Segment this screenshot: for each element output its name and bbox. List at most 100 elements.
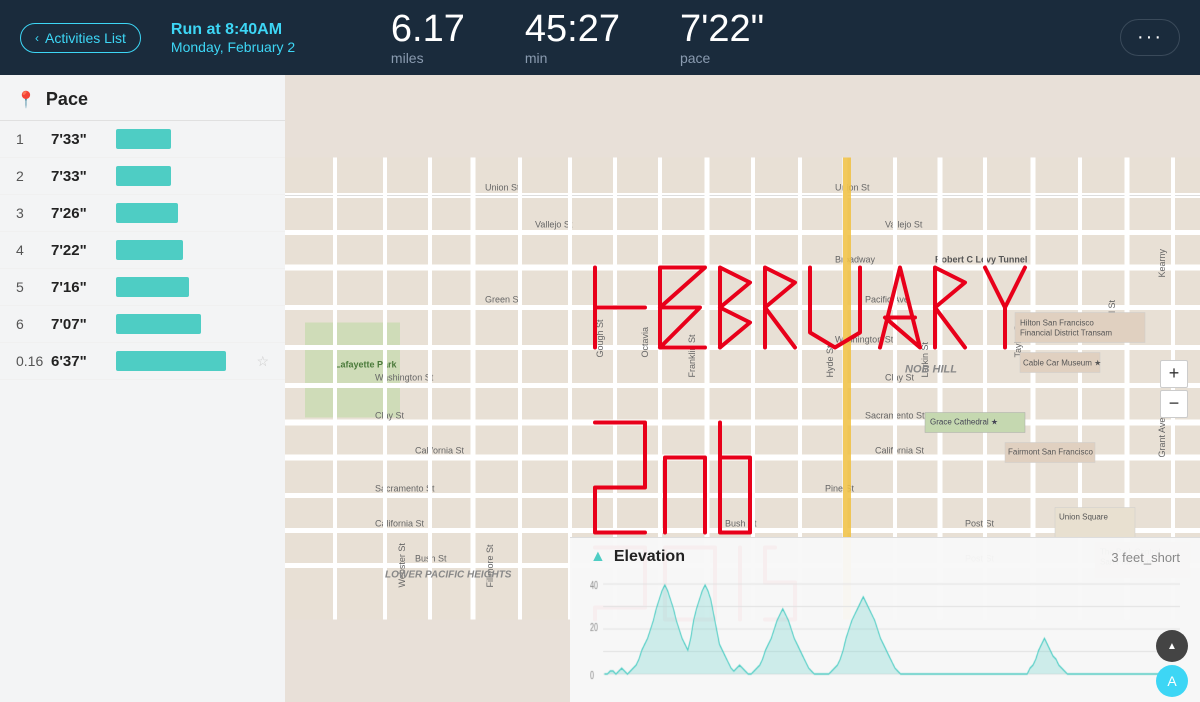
nav-icon: A bbox=[1156, 665, 1188, 697]
pace-title: Pace bbox=[46, 89, 88, 110]
elevation-panel: ▲ Elevation 3 feet_short bbox=[570, 537, 1200, 702]
svg-text:Fillmore St: Fillmore St bbox=[485, 544, 495, 588]
elevation-title: Elevation bbox=[614, 548, 685, 566]
run-info: Run at 8:40AM Monday, February 2 bbox=[171, 21, 331, 55]
pace-bar bbox=[116, 351, 226, 371]
pace-row[interactable]: 5 7'16" bbox=[0, 269, 285, 306]
run-date: Monday, February 2 bbox=[171, 39, 331, 55]
svg-text:Union Square: Union Square bbox=[1059, 513, 1108, 522]
pace-unit: pace bbox=[680, 50, 710, 66]
svg-text:Fairmont San Francisco: Fairmont San Francisco bbox=[1008, 448, 1093, 457]
run-type: Run at 8:40AM bbox=[171, 21, 331, 39]
pace-time: 6'37" bbox=[51, 353, 106, 370]
pace-bar-container bbox=[116, 240, 269, 260]
elevation-header: ▲ Elevation 3 feet_short bbox=[590, 548, 1180, 566]
svg-text:Robert C Levy Tunnel: Robert C Levy Tunnel bbox=[935, 255, 1027, 265]
pace-bar-container bbox=[116, 277, 269, 297]
svg-text:California St: California St bbox=[375, 519, 425, 529]
svg-text:Hilton San Francisco: Hilton San Francisco bbox=[1020, 319, 1094, 328]
pace-bar bbox=[116, 240, 183, 260]
zoom-controls: + − bbox=[1160, 360, 1188, 418]
svg-text:California St: California St bbox=[875, 446, 925, 456]
svg-text:Kearny: Kearny bbox=[1157, 248, 1167, 277]
pace-bar bbox=[116, 203, 178, 223]
map-container[interactable]: Lafayette Park Union St Union St Vallejo… bbox=[285, 75, 1200, 702]
svg-text:Octavia: Octavia bbox=[640, 327, 650, 358]
pace-mile: 6 bbox=[16, 316, 51, 332]
time-unit: min bbox=[525, 50, 548, 66]
terrain-button[interactable]: ▲ bbox=[1156, 630, 1188, 662]
svg-text:Green St: Green St bbox=[485, 295, 522, 305]
app-header: ‹ Activities List Run at 8:40AM Monday, … bbox=[0, 0, 1200, 75]
pace-row[interactable]: 6 7'07" bbox=[0, 306, 285, 343]
svg-text:Vallejo St: Vallejo St bbox=[535, 220, 573, 230]
svg-text:Grant Ave: Grant Ave bbox=[1157, 418, 1167, 458]
svg-text:LOWER PACIFIC HEIGHTS: LOWER PACIFIC HEIGHTS bbox=[385, 570, 512, 581]
svg-text:Broadway: Broadway bbox=[835, 255, 876, 265]
svg-text:Financial District Transam: Financial District Transam bbox=[1020, 329, 1112, 338]
pace-bar-container bbox=[116, 203, 269, 223]
elevation-title-group: ▲ Elevation bbox=[590, 548, 685, 566]
pace-sidebar: 📍 Pace 1 7'33" 2 7'33" 3 7'26" bbox=[0, 75, 285, 702]
distance-value: 6.17 bbox=[391, 10, 465, 48]
pace-mile: 2 bbox=[16, 168, 51, 184]
pace-time: 7'16" bbox=[51, 279, 106, 296]
pace-row[interactable]: 4 7'22" bbox=[0, 232, 285, 269]
pace-bar-container bbox=[116, 314, 269, 334]
terrain-icon: ▲ bbox=[1156, 630, 1188, 662]
svg-text:Clay St: Clay St bbox=[375, 411, 405, 421]
pace-bar-container bbox=[116, 129, 269, 149]
back-button[interactable]: ‹ Activities List bbox=[20, 23, 141, 53]
pace-mile: 5 bbox=[16, 279, 51, 295]
pace-list: 1 7'33" 2 7'33" 3 7'26" 4 7'22" bbox=[0, 121, 285, 702]
pace-time: 7'07" bbox=[51, 316, 106, 333]
distance-stat: 6.17 miles bbox=[391, 10, 465, 66]
pace-mile: 1 bbox=[16, 131, 51, 147]
star-icon[interactable]: ☆ bbox=[256, 353, 269, 370]
pace-bar-container bbox=[116, 351, 256, 371]
pace-bar bbox=[116, 314, 201, 334]
pace-time: 7'33" bbox=[51, 131, 106, 148]
svg-text:California St: California St bbox=[415, 446, 465, 456]
elevation-unit: 3 feet_short bbox=[1111, 550, 1180, 565]
location-icon: 📍 bbox=[16, 90, 36, 110]
svg-text:Union St: Union St bbox=[485, 183, 520, 193]
svg-text:Franklin St: Franklin St bbox=[687, 334, 697, 378]
pace-time: 7'33" bbox=[51, 168, 106, 185]
svg-text:Post St: Post St bbox=[965, 519, 995, 529]
svg-text:Grace Cathedral ★: Grace Cathedral ★ bbox=[930, 418, 998, 427]
back-label: Activities List bbox=[45, 30, 126, 46]
more-button[interactable]: ··· bbox=[1120, 19, 1180, 56]
pace-row[interactable]: 1 7'33" bbox=[0, 121, 285, 158]
pace-bar bbox=[116, 277, 189, 297]
svg-text:Cable Car Museum ★: Cable Car Museum ★ bbox=[1023, 359, 1101, 368]
time-value: 45:27 bbox=[525, 10, 620, 48]
svg-text:Lafayette Park: Lafayette Park bbox=[335, 360, 398, 370]
svg-text:Webster St: Webster St bbox=[397, 543, 407, 588]
pace-mile: 3 bbox=[16, 205, 51, 221]
elevation-chart-icon: ▲ bbox=[590, 548, 606, 566]
pace-row[interactable]: 0.16 6'37" ☆ bbox=[0, 343, 285, 380]
pace-row[interactable]: 3 7'26" bbox=[0, 195, 285, 232]
pace-stat: 7'22" pace bbox=[680, 10, 764, 66]
zoom-in-button[interactable]: + bbox=[1160, 360, 1188, 388]
time-stat: 45:27 min bbox=[525, 10, 620, 66]
svg-text:Pacific Ave: Pacific Ave bbox=[865, 295, 909, 305]
navigation-button[interactable]: A bbox=[1156, 665, 1188, 697]
pace-value: 7'22" bbox=[680, 10, 764, 48]
svg-text:Vallejo St: Vallejo St bbox=[885, 220, 923, 230]
pace-time: 7'22" bbox=[51, 242, 106, 259]
pace-row[interactable]: 2 7'33" bbox=[0, 158, 285, 195]
pace-bar bbox=[116, 129, 171, 149]
pace-bar bbox=[116, 166, 171, 186]
svg-text:NOB HILL: NOB HILL bbox=[905, 364, 957, 376]
svg-text:Hyde St: Hyde St bbox=[825, 345, 835, 378]
zoom-out-button[interactable]: − bbox=[1160, 390, 1188, 418]
elevation-chart bbox=[590, 574, 1180, 684]
pace-section-header: 📍 Pace bbox=[0, 75, 285, 121]
pace-mile: 0.16 bbox=[16, 353, 51, 369]
main-content: 📍 Pace 1 7'33" 2 7'33" 3 7'26" bbox=[0, 75, 1200, 702]
chevron-left-icon: ‹ bbox=[35, 31, 39, 45]
distance-unit: miles bbox=[391, 50, 424, 66]
svg-text:Union St: Union St bbox=[835, 183, 870, 193]
